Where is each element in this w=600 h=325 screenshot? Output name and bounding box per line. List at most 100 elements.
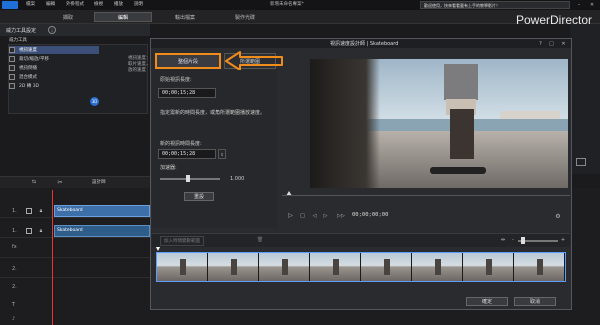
right-side-panel <box>570 24 600 174</box>
tab-capture[interactable]: 擷取 <box>50 12 86 22</box>
tool-label: 裁切/縮放/平移 <box>19 57 50 62</box>
preview-skater-legs <box>450 109 474 159</box>
track-label: ♪ <box>12 316 16 322</box>
close-icon[interactable]: ✕ <box>588 1 596 9</box>
checkbox[interactable] <box>9 65 15 71</box>
zoom-out-icon[interactable]: - <box>510 236 516 244</box>
clip-label: Skateboard <box>57 208 83 213</box>
track-label: fx <box>12 244 17 250</box>
fullscreen-icon[interactable] <box>576 158 586 166</box>
track-label: 2. <box>12 266 17 272</box>
designer-menu[interactable]: 設計師 <box>92 179 106 185</box>
menu-view[interactable]: 檢視 <box>94 1 103 7</box>
split-icon[interactable]: ⇆ <box>30 178 38 186</box>
menu-plugins[interactable]: 外掛程式 <box>66 1 84 7</box>
fit-timeline-icon[interactable]: ⇹ <box>498 236 508 244</box>
new-length-label: 新的視訊時間長度: <box>160 141 202 147</box>
menu-help[interactable]: 說明 <box>134 1 143 7</box>
tool-group-label: 威力工具 <box>9 38 27 43</box>
tool-label: 視訊速度 <box>19 48 37 53</box>
tab-disc[interactable]: 製作光碟 <box>220 12 270 22</box>
next-frame-icon[interactable]: ▷ <box>322 212 329 219</box>
trash-icon[interactable]: 🗑︎ <box>256 236 264 244</box>
speed-hint: 指定需新的時間長度，或角所選範圍播放速度。 <box>160 110 266 116</box>
play-icon[interactable]: ▷ <box>287 212 294 219</box>
track-label: 2. <box>12 284 17 290</box>
checkbox[interactable] <box>9 74 15 80</box>
tool-2d-to-3d[interactable]: 2D 轉 3D <box>9 82 99 90</box>
track-label: T <box>12 302 16 308</box>
tool-label: 2D 轉 3D <box>19 84 40 89</box>
preview-skateboard <box>430 167 486 174</box>
filmstrip-playhead[interactable] <box>156 247 160 251</box>
timeline-playhead[interactable] <box>52 190 53 325</box>
multiplier-slider[interactable] <box>160 178 220 180</box>
preview-scrub-bar[interactable] <box>282 195 570 196</box>
stepper-icon[interactable]: ⇕ <box>218 149 226 159</box>
timeline-video-clip[interactable]: Skateboard <box>54 205 150 217</box>
notice-banner[interactable]: 歡迎使用，快來看看載有上手的教學影片！ <box>420 1 570 9</box>
dialog-title: 視訊速度設計師 | Skateboard <box>330 41 399 47</box>
multiplier-slider-knob[interactable] <box>186 175 190 182</box>
3d-icon: 3D <box>90 97 99 106</box>
zoom-slider-knob[interactable] <box>521 237 525 244</box>
checkbox[interactable] <box>9 56 15 62</box>
lock-icon[interactable]: 🔒︎ <box>38 207 44 214</box>
filmstrip-frame <box>208 253 259 281</box>
reset-button[interactable]: 重設 <box>184 192 214 201</box>
add-speed-range-button[interactable]: 加入時間變數範圍 <box>160 236 204 246</box>
menu-file[interactable]: 檔案 <box>26 1 35 7</box>
tool-crop-zoom-pan[interactable]: 裁切/縮放/平移 <box>9 55 99 63</box>
close-icon[interactable]: ✕ <box>560 40 567 47</box>
previous-frame-icon[interactable]: ◁ <box>311 212 318 219</box>
mode-tab-bar <box>0 10 600 24</box>
clip-filmstrip[interactable] <box>156 252 566 282</box>
checkbox[interactable] <box>9 83 15 89</box>
zoom-in-icon[interactable]: + <box>560 236 566 244</box>
fast-forward-icon[interactable]: ▷▷ <box>336 212 346 219</box>
lock-icon[interactable]: 🔒︎ <box>38 227 44 234</box>
app-logo-icon <box>2 1 18 9</box>
tool-panel-title: 威力工具設定 <box>6 28 37 34</box>
track-row <box>0 244 150 258</box>
new-length-field[interactable]: 00;00;15;28 <box>158 149 216 159</box>
track-row <box>0 264 150 278</box>
minimize-icon[interactable]: – <box>575 1 583 9</box>
filmstrip-frame <box>412 253 463 281</box>
tool-video-speed[interactable]: 視訊速度 <box>9 46 99 54</box>
tool-blend-mode[interactable]: 混合模式 <box>9 73 99 81</box>
timeline-audio-clip[interactable]: Skateboard <box>54 225 150 237</box>
menu-play[interactable]: 播放 <box>114 1 123 7</box>
preview-shadow <box>310 59 380 188</box>
scissors-icon[interactable]: ✂ <box>56 178 64 186</box>
filmstrip-frame <box>157 253 208 281</box>
maximize-icon[interactable]: □ <box>548 40 555 47</box>
track-label: 1. <box>12 208 17 214</box>
help-icon[interactable]: ? <box>537 40 544 47</box>
document-title: 新增未命名專案* <box>270 2 304 7</box>
tool-label: 視訊倒播 <box>19 66 37 71</box>
checkbox[interactable] <box>9 47 15 53</box>
ok-button[interactable]: 確定 <box>466 297 508 306</box>
annotation-arrow-icon <box>225 51 283 71</box>
tab-produce[interactable]: 輸出檔案 <box>160 12 210 22</box>
settings-icon[interactable]: ⚙ <box>554 212 562 220</box>
tool-reverse[interactable]: 視訊倒播 <box>9 64 99 72</box>
track-checkbox[interactable] <box>26 208 32 214</box>
timeline-toolbar <box>0 176 150 188</box>
track-label: 1. <box>12 228 17 234</box>
menu-edit[interactable]: 編輯 <box>46 1 55 7</box>
tab-edit[interactable]: 編輯 <box>94 12 152 22</box>
track-checkbox[interactable] <box>26 228 32 234</box>
filmstrip-frame <box>310 253 361 281</box>
tab-whole-clip[interactable]: 整個片段 <box>155 53 221 69</box>
filmstrip-frame <box>514 253 565 281</box>
info-icon[interactable]: i <box>48 26 56 34</box>
clip-label: Skateboard <box>57 228 83 233</box>
cancel-button[interactable]: 取消 <box>514 297 556 306</box>
video-preview <box>310 59 568 188</box>
filmstrip-frame <box>463 253 514 281</box>
preview-timecode: 00;00;00;00 <box>352 212 389 218</box>
stop-icon[interactable]: □ <box>299 212 306 219</box>
filmstrip-frame <box>361 253 412 281</box>
